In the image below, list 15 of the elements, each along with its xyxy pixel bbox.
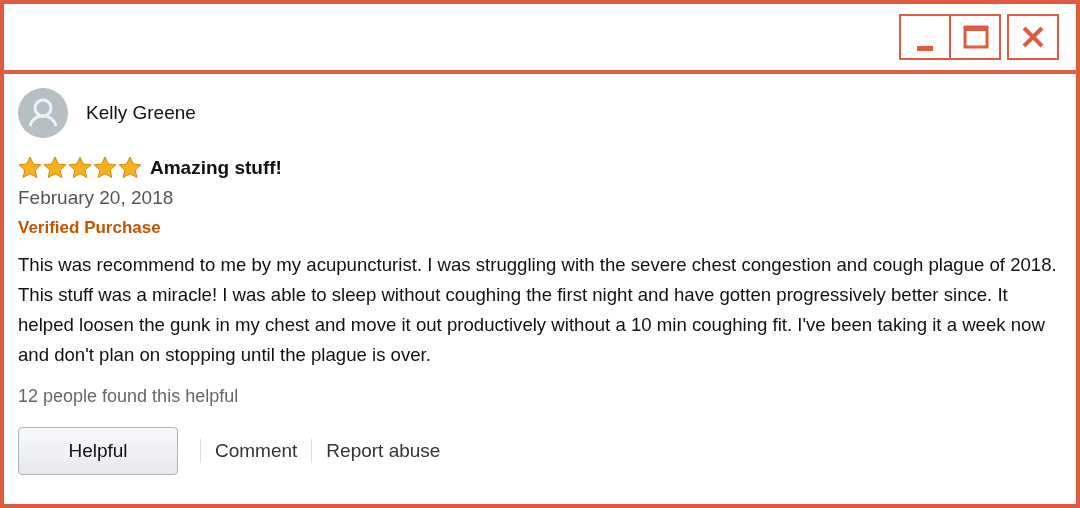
close-button[interactable] [1007,14,1059,60]
action-link[interactable]: Comment [200,439,312,463]
helpful-count: 12 people found this helpful [18,386,240,407]
minimize-button[interactable] [899,14,951,60]
review-text: This was recommend to me by my acupuncturist. I was struggling with the severe chest congestion and cough plague of 2018. This stuff was a miracle! I was able to sleep without coughing the first night and have gotten progressively better since. It helped loosen the gunk in my chest and move it out productively without a 10 min coughing fit. I've been taking it a week now and don't plan on stopping until the plague is over. [18,253,1058,367]
action-link[interactable]: Report abuse [311,439,455,463]
avatar-icon [18,88,68,138]
verified-purchase-label: Verified Purchase [18,218,162,238]
review-date: February 20, 2018 [18,187,175,209]
author-name: Kelly Greene [86,102,196,124]
maximize-button[interactable] [949,14,1001,60]
helpful-button[interactable]: Helpful [18,427,178,475]
minimize-icon [917,45,933,51]
maximize-icon [961,23,989,51]
review-title: Amazing stuff! [150,156,282,179]
